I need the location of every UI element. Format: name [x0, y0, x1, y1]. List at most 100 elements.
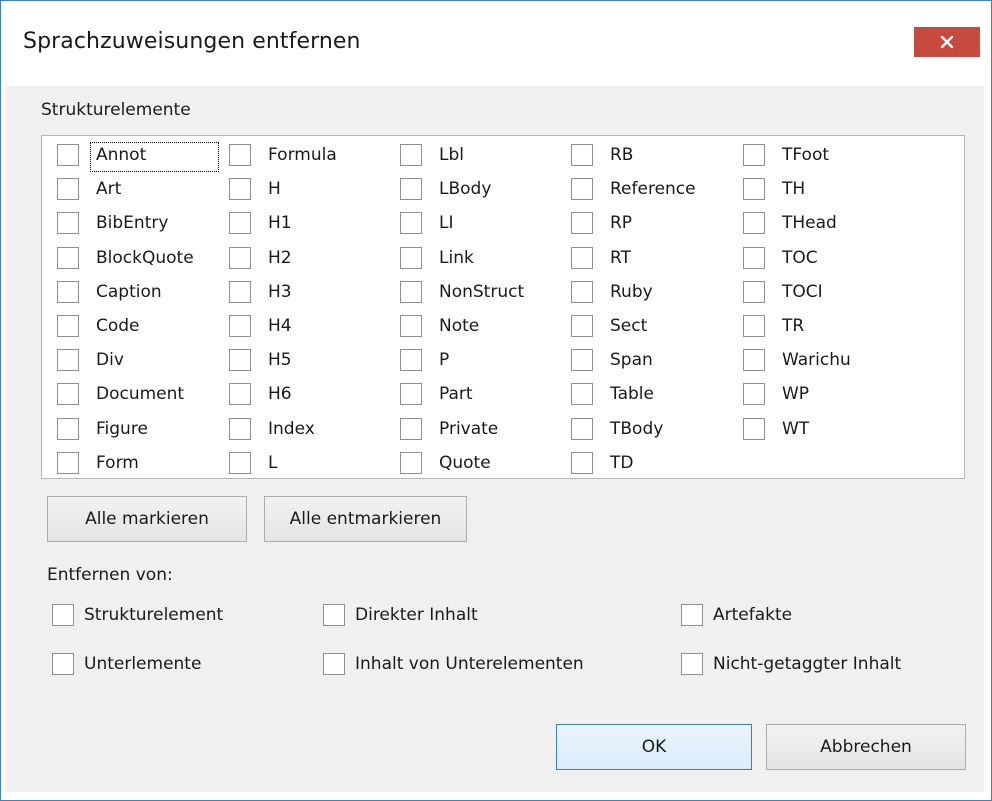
structure-element-h1[interactable]: H1	[229, 210, 292, 236]
option-structure-element[interactable]: Strukturelement	[52, 602, 223, 628]
checkbox[interactable]	[571, 247, 593, 269]
close-button[interactable]	[914, 27, 980, 57]
checkbox[interactable]	[229, 212, 251, 234]
checkbox[interactable]	[57, 178, 79, 200]
checkbox[interactable]	[681, 604, 703, 626]
checkbox[interactable]	[229, 315, 251, 337]
checkbox[interactable]	[571, 418, 593, 440]
checkbox[interactable]	[400, 144, 422, 166]
checkbox[interactable]	[323, 604, 345, 626]
structure-element-code[interactable]: Code	[57, 313, 140, 339]
structure-element-lbl[interactable]: Lbl	[400, 142, 464, 168]
structure-element-h[interactable]: H	[229, 176, 281, 202]
checkbox[interactable]	[57, 144, 79, 166]
checkbox[interactable]	[571, 383, 593, 405]
structure-element-h6[interactable]: H6	[229, 381, 292, 407]
structure-element-tbody[interactable]: TBody	[571, 416, 663, 442]
checkbox[interactable]	[743, 178, 765, 200]
ok-button[interactable]: OK	[556, 724, 752, 770]
checkbox[interactable]	[400, 315, 422, 337]
structure-element-note[interactable]: Note	[400, 313, 479, 339]
structure-element-warichu[interactable]: Warichu	[743, 347, 851, 373]
checkbox[interactable]	[743, 247, 765, 269]
checkbox[interactable]	[229, 178, 251, 200]
checkbox[interactable]	[229, 247, 251, 269]
structure-element-lbody[interactable]: LBody	[400, 176, 491, 202]
structure-element-rp[interactable]: RP	[571, 210, 632, 236]
checkbox[interactable]	[400, 178, 422, 200]
deselect-all-button[interactable]: Alle entmarkieren	[264, 496, 467, 542]
checkbox[interactable]	[743, 349, 765, 371]
option-sub-element-content[interactable]: Inhalt von Unterelementen	[323, 651, 584, 677]
structure-element-document[interactable]: Document	[57, 381, 184, 407]
structure-element-ruby[interactable]: Ruby	[571, 279, 653, 305]
option-artifacts[interactable]: Artefakte	[681, 602, 792, 628]
checkbox[interactable]	[571, 452, 593, 474]
checkbox[interactable]	[400, 349, 422, 371]
structure-element-wt[interactable]: WT	[743, 416, 809, 442]
checkbox[interactable]	[52, 604, 74, 626]
checkbox[interactable]	[229, 144, 251, 166]
structure-element-div[interactable]: Div	[57, 347, 124, 373]
structure-element-rt[interactable]: RT	[571, 245, 631, 271]
structure-element-bibentry[interactable]: BibEntry	[57, 210, 168, 236]
checkbox[interactable]	[400, 418, 422, 440]
checkbox[interactable]	[229, 383, 251, 405]
structure-element-formula[interactable]: Formula	[229, 142, 337, 168]
structure-element-h3[interactable]: H3	[229, 279, 292, 305]
checkbox[interactable]	[743, 315, 765, 337]
checkbox[interactable]	[571, 349, 593, 371]
structure-element-form[interactable]: Form	[57, 450, 139, 476]
checkbox[interactable]	[400, 452, 422, 474]
structure-element-wp[interactable]: WP	[743, 381, 809, 407]
checkbox[interactable]	[323, 653, 345, 675]
structure-element-blockquote[interactable]: BlockQuote	[57, 245, 194, 271]
structure-element-private[interactable]: Private	[400, 416, 498, 442]
structure-element-part[interactable]: Part	[400, 381, 473, 407]
checkbox[interactable]	[57, 418, 79, 440]
option-sub-elements[interactable]: Unterlemente	[52, 651, 201, 677]
checkbox[interactable]	[571, 178, 593, 200]
checkbox[interactable]	[400, 281, 422, 303]
structure-element-h2[interactable]: H2	[229, 245, 292, 271]
checkbox[interactable]	[57, 247, 79, 269]
checkbox[interactable]	[571, 315, 593, 337]
structure-element-caption[interactable]: Caption	[57, 279, 162, 305]
structure-element-span[interactable]: Span	[571, 347, 653, 373]
structure-element-h4[interactable]: H4	[229, 313, 292, 339]
structure-element-thead[interactable]: THead	[743, 210, 837, 236]
checkbox[interactable]	[52, 653, 74, 675]
structure-element-sect[interactable]: Sect	[571, 313, 647, 339]
checkbox[interactable]	[400, 247, 422, 269]
structure-element-rb[interactable]: RB	[571, 142, 633, 168]
checkbox[interactable]	[681, 653, 703, 675]
checkbox[interactable]	[57, 383, 79, 405]
structure-element-toci[interactable]: TOCI	[743, 279, 823, 305]
structure-element-th[interactable]: TH	[743, 176, 805, 202]
cancel-button[interactable]: Abbrechen	[766, 724, 966, 770]
structure-element-l[interactable]: L	[229, 450, 277, 476]
checkbox[interactable]	[400, 383, 422, 405]
option-direct-content[interactable]: Direkter Inhalt	[323, 602, 478, 628]
structure-element-tfoot[interactable]: TFoot	[743, 142, 829, 168]
checkbox[interactable]	[743, 383, 765, 405]
checkbox[interactable]	[57, 452, 79, 474]
checkbox[interactable]	[400, 212, 422, 234]
select-all-button[interactable]: Alle markieren	[47, 496, 247, 542]
structure-element-figure[interactable]: Figure	[57, 416, 148, 442]
structure-element-td[interactable]: TD	[571, 450, 633, 476]
checkbox[interactable]	[743, 418, 765, 440]
structure-element-index[interactable]: Index	[229, 416, 315, 442]
checkbox[interactable]	[571, 212, 593, 234]
structure-element-tr[interactable]: TR	[743, 313, 804, 339]
checkbox[interactable]	[743, 144, 765, 166]
checkbox[interactable]	[571, 281, 593, 303]
checkbox[interactable]	[229, 281, 251, 303]
structure-element-li[interactable]: LI	[400, 210, 454, 236]
checkbox[interactable]	[229, 418, 251, 440]
checkbox[interactable]	[57, 281, 79, 303]
checkbox[interactable]	[229, 452, 251, 474]
checkbox[interactable]	[229, 349, 251, 371]
structure-element-link[interactable]: Link	[400, 245, 474, 271]
checkbox[interactable]	[743, 281, 765, 303]
